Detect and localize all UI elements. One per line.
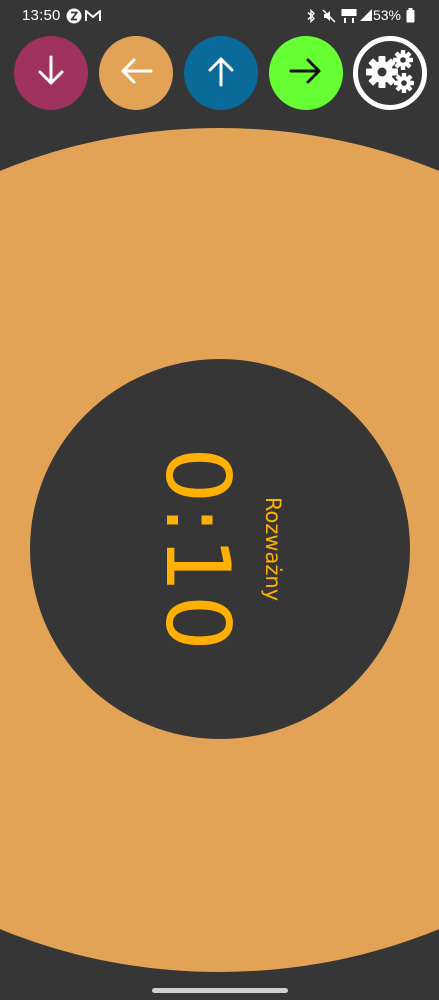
app-screen: 13:50 53% 0:10 Rozważny [0, 0, 439, 1000]
arrow-right-icon [288, 54, 324, 92]
gears-icon [365, 48, 415, 98]
mute-icon [322, 9, 336, 27]
gmail-icon [85, 10, 101, 26]
down-button[interactable] [14, 36, 88, 110]
right-button[interactable] [269, 36, 343, 110]
battery-icon [406, 8, 415, 27]
battery-percent: 53% [372, 7, 401, 23]
arrow-up-icon [204, 54, 238, 92]
home-indicator[interactable] [152, 988, 288, 993]
settings-button[interactable] [353, 36, 427, 110]
left-button[interactable] [99, 36, 173, 110]
up-button[interactable] [184, 36, 258, 110]
status-time: 13:50 [22, 7, 61, 24]
mode-label: Rozważny [261, 496, 285, 602]
signal-icon [359, 8, 373, 26]
notification-icon [66, 8, 82, 28]
arrow-down-icon [34, 54, 68, 92]
bluetooth-icon [306, 8, 316, 27]
arrow-left-icon [118, 54, 154, 92]
lte-icon [341, 8, 357, 28]
status-bar: 13:50 53% [0, 0, 439, 32]
timer-value: 0:10 [146, 447, 249, 653]
